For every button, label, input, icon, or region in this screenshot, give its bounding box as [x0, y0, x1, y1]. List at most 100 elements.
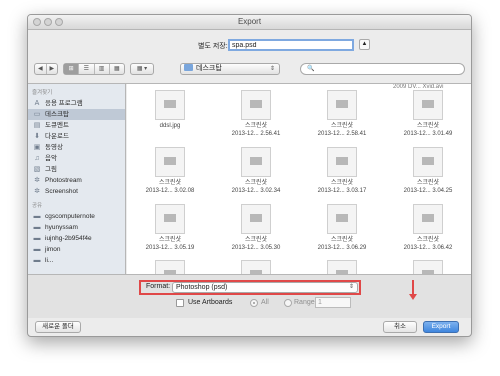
sidebar-item-desktop[interactable]: ▭ 데스크탑: [28, 109, 125, 120]
save-as-label: 별도 저장:: [198, 43, 228, 50]
file-thumbnail: [241, 204, 271, 234]
file-date: 2013-12... 3.05.30: [231, 245, 281, 251]
range-input[interactable]: [315, 297, 351, 308]
search-field[interactable]: 🔍: [300, 63, 465, 75]
file-thumbnail: [413, 147, 443, 177]
annotation-arrow: [409, 280, 417, 300]
file-item[interactable]: ddsl.jpg: [129, 90, 211, 142]
collapse-toggle-button[interactable]: ▲: [359, 39, 370, 50]
forward-button[interactable]: ▶: [47, 64, 58, 74]
sidebar: 즐겨찾기 A 응용 프로그램 ▭ 데스크탑 ▤ 도큐멘트 ⬇ 다운로드 ▣ 동영상 ♫ 음악…: [28, 84, 126, 274]
filename-input[interactable]: [228, 39, 354, 51]
sidebar-item-partial[interactable]: ▬ li...: [28, 255, 125, 266]
file-name: 스크린샷: [330, 237, 354, 243]
sidebar-item-label: 데스크탑: [45, 111, 69, 118]
sidebar-item-label: iujnhg-2b954f4e: [45, 235, 92, 242]
sidebar-item-music[interactable]: ♫ 음악: [28, 153, 125, 164]
file-item[interactable]: 스크린샷 2013-12... 3.06.29: [301, 204, 383, 256]
format-value: Photoshop (psd): [176, 284, 228, 291]
file-thumbnail: [155, 260, 185, 274]
back-button[interactable]: ◀: [35, 64, 47, 74]
file-thumbnail: [413, 260, 443, 274]
file-name: 스크린샷: [416, 237, 440, 243]
sidebar-item-iujnhg[interactable]: ▬ iujnhg-2b954f4e: [28, 233, 125, 244]
computer-icon: ▬: [33, 213, 41, 220]
list-view-button[interactable]: ☰: [79, 64, 95, 74]
sidebar-item-documents[interactable]: ▤ 도큐멘트: [28, 120, 125, 131]
file-item[interactable]: 스크린샷 2013-12... 3.01.49: [387, 90, 469, 142]
pictures-icon: ▧: [33, 166, 41, 173]
coverflow-view-button[interactable]: ▦: [110, 64, 124, 74]
sidebar-item-cgscomputernote[interactable]: ▬ cgscomputernote: [28, 211, 125, 222]
export-button[interactable]: Export: [423, 321, 459, 333]
sidebar-item-downloads[interactable]: ⬇ 다운로드: [28, 131, 125, 142]
file-thumbnail: [241, 260, 271, 274]
file-item[interactable]: 스크린샷 2013-12... 2.56.41: [215, 90, 297, 142]
use-artboards-checkbox[interactable]: [176, 299, 184, 307]
column-view-button[interactable]: ▥: [95, 64, 110, 74]
file-grid: 2009 DV... Xvid.avi ddsl.jpg 스크린샷 2013-1…: [127, 84, 471, 274]
file-thumbnail: [155, 204, 185, 234]
file-item[interactable]: [129, 260, 211, 274]
shared-heading: 공유: [32, 203, 43, 209]
sidebar-item-hyunyssam[interactable]: ▬ hyunyssam: [28, 222, 125, 233]
desktop-icon: ▭: [33, 111, 41, 118]
cancel-button[interactable]: 취소: [383, 321, 417, 333]
file-item[interactable]: [301, 260, 383, 274]
file-item[interactable]: 스크린샷 2013-12... 3.06.42: [387, 204, 469, 256]
range-radio[interactable]: [284, 299, 292, 307]
file-item[interactable]: 스크린샷 2013-12... 3.05.30: [215, 204, 297, 256]
sidebar-item-label: 음악: [45, 155, 57, 162]
file-date: 2013-12... 3.05.19: [145, 245, 195, 251]
computer-icon: ▬: [33, 224, 41, 231]
music-icon: ♫: [34, 155, 40, 162]
file-date: 2013-12... 3.02.34: [231, 188, 281, 194]
sidebar-item-screenshot[interactable]: ✲ Screenshot: [28, 186, 125, 197]
file-item[interactable]: [215, 260, 297, 274]
file-name: 스크린샷: [244, 180, 268, 186]
file-name: 스크린샷: [330, 180, 354, 186]
sidebar-item-label: 그림: [45, 166, 57, 173]
icon-view-button[interactable]: ⊞: [64, 64, 80, 74]
window-title: Export: [237, 17, 262, 26]
file-name: 스크린샷: [416, 123, 440, 129]
sidebar-item-movies[interactable]: ▣ 동영상: [28, 142, 125, 153]
sidebar-item-jimon[interactable]: ▬ jimon: [28, 244, 125, 255]
file-thumbnail: [327, 204, 357, 234]
all-radio[interactable]: [250, 299, 258, 307]
file-item[interactable]: 스크린샷 2013-12... 3.02.34: [215, 147, 297, 199]
sidebar-item-label: li...: [45, 257, 54, 264]
sidebar-item-label: Photostream: [45, 177, 82, 184]
file-item[interactable]: 스크린샷 2013-12... 3.05.19: [129, 204, 211, 256]
file-item[interactable]: [387, 260, 469, 274]
file-item[interactable]: 스크린샷 2013-12... 3.03.17: [301, 147, 383, 199]
save-as-row: 별도 저장: ▲: [28, 39, 471, 53]
file-thumbnail: [155, 90, 185, 120]
gear-icon: ✲: [34, 188, 40, 195]
format-label: Format:: [146, 283, 171, 290]
sidebar-item-label: cgscomputernote: [45, 213, 95, 220]
title-bar: Export: [28, 15, 471, 30]
sidebar-item-photostream[interactable]: ✲ Photostream: [28, 175, 125, 186]
file-item[interactable]: 스크린샷 2013-12... 2.58.41: [301, 90, 383, 142]
sidebar-item-applications[interactable]: A 응용 프로그램: [28, 98, 125, 109]
arrange-button[interactable]: ▦ ▾: [130, 63, 154, 75]
export-dialog: Export 별도 저장: ▲ ◀ ▶ ⊞ ☰ ▥ ▦ ▦ ▾ 데스크탑 ⇕ 🔍…: [27, 14, 472, 337]
view-mode-buttons: ⊞ ☰ ▥ ▦: [63, 63, 125, 75]
popup-arrows-icon: ⇕: [348, 284, 354, 290]
file-date: 2013-12... 3.01.49: [403, 131, 453, 137]
file-name: 스크린샷: [330, 123, 354, 129]
location-popup[interactable]: 데스크탑 ⇕: [180, 63, 280, 75]
dialog-button-bar: 새로운 폴더 취소 Export: [28, 318, 471, 336]
all-label: All: [261, 299, 269, 306]
folder-icon: [184, 64, 193, 71]
file-item[interactable]: 스크린샷 2013-12... 3.02.08: [129, 147, 211, 199]
new-folder-button[interactable]: 새로운 폴더: [35, 321, 81, 333]
format-select[interactable]: Photoshop (psd) ⇕: [172, 282, 358, 293]
sidebar-item-pictures[interactable]: ▧ 그림: [28, 164, 125, 175]
file-thumbnail: [327, 147, 357, 177]
file-browser: 즐겨찾기 A 응용 프로그램 ▭ 데스크탑 ▤ 도큐멘트 ⬇ 다운로드 ▣ 동영상 ♫ 음악…: [28, 83, 471, 274]
movies-icon: ▣: [33, 144, 41, 151]
file-thumbnail: [241, 147, 271, 177]
file-item[interactable]: 스크린샷 2013-12... 3.04.25: [387, 147, 469, 199]
